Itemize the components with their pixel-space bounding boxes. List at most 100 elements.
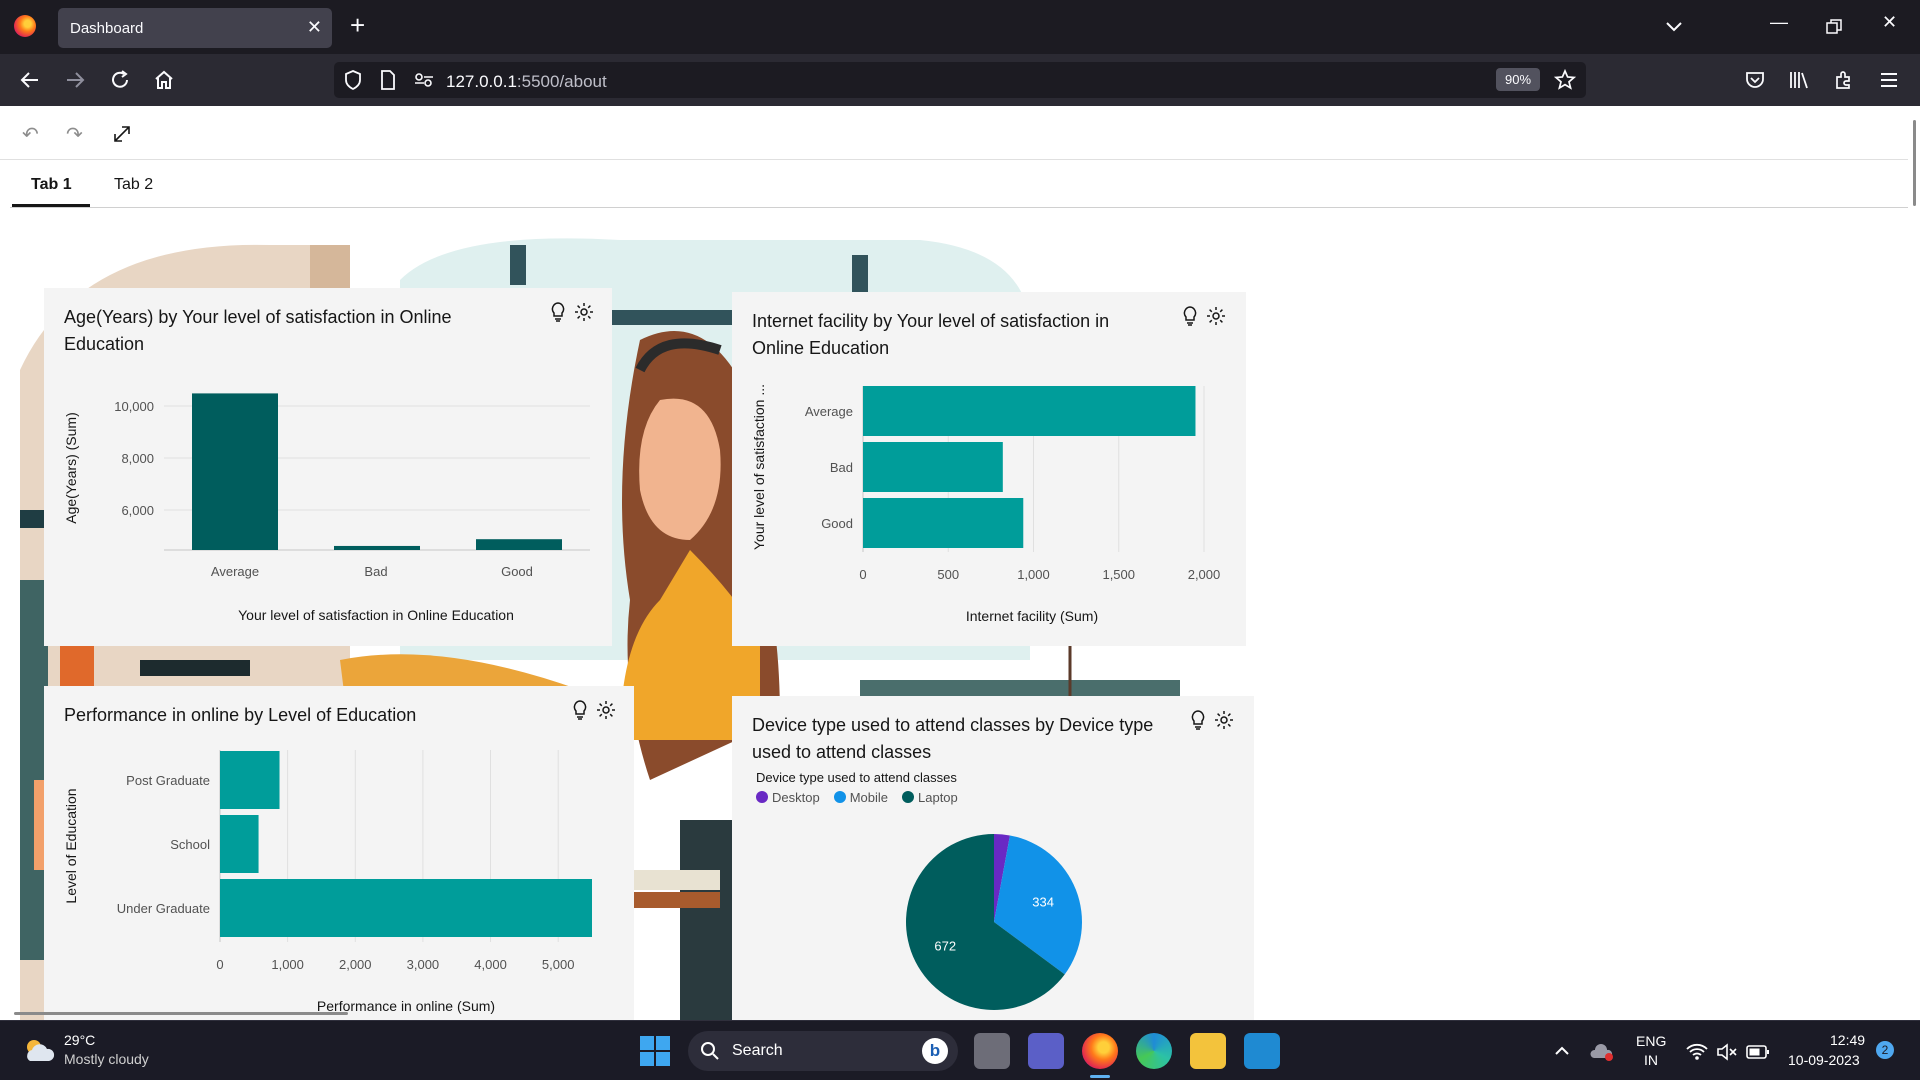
device-pie-svg: 334 672 bbox=[906, 834, 1082, 1010]
x-tick-label: 2,000 bbox=[339, 957, 372, 972]
new-tab-button[interactable]: + bbox=[350, 12, 365, 38]
back-icon[interactable] bbox=[16, 66, 44, 94]
edge-icon[interactable] bbox=[1136, 1033, 1172, 1069]
battery-icon[interactable] bbox=[1746, 1044, 1770, 1060]
x-tick-label: 5,000 bbox=[542, 957, 575, 972]
volume-muted-icon[interactable] bbox=[1716, 1043, 1738, 1061]
y-axis-title: Age(Years) (Sum) bbox=[63, 412, 79, 524]
page-icon bbox=[381, 70, 395, 90]
undo-icon[interactable]: ↶ bbox=[22, 122, 39, 147]
performance-chart-card: Performance in online by Level of Educat… bbox=[44, 686, 634, 1020]
forward-icon[interactable] bbox=[61, 66, 89, 94]
clock-time[interactable]: 12:49 bbox=[1830, 1032, 1865, 1048]
language-region[interactable]: IN bbox=[1644, 1052, 1658, 1068]
restore-icon[interactable] bbox=[1826, 19, 1842, 35]
x-tick-label: 500 bbox=[937, 567, 959, 582]
horizontal-scrollbar[interactable] bbox=[14, 1012, 348, 1015]
x-tick-label: 4,000 bbox=[474, 957, 507, 972]
tab-title: Dashboard bbox=[70, 20, 144, 37]
slice-label-laptop: 672 bbox=[934, 939, 956, 954]
menu-icon[interactable] bbox=[1878, 69, 1900, 91]
dashboard-toolbar: ↶ ↷ bbox=[0, 106, 1908, 160]
browser-tab-strip: Dashboard ✕ + — ✕ bbox=[0, 0, 1920, 54]
bar-post-graduate[interactable] bbox=[220, 751, 280, 809]
bar-school[interactable] bbox=[220, 815, 259, 873]
weather-temp[interactable]: 29°C bbox=[64, 1032, 95, 1048]
notification-badge[interactable]: 2 bbox=[1876, 1041, 1894, 1059]
bar-good[interactable] bbox=[476, 539, 562, 550]
tracking-shield-icon[interactable] bbox=[344, 70, 362, 90]
task-view-icon[interactable] bbox=[974, 1033, 1010, 1069]
bar-bad[interactable] bbox=[334, 545, 420, 550]
firefox-taskbar-icon[interactable] bbox=[1082, 1033, 1118, 1069]
url-text[interactable]: 127.0.0.1:5500/about bbox=[446, 72, 607, 92]
zoom-level-badge[interactable]: 90% bbox=[1496, 68, 1541, 91]
close-tab-icon[interactable]: ✕ bbox=[307, 17, 322, 38]
weather-cloud-icon[interactable] bbox=[22, 1037, 56, 1065]
bar-bad[interactable] bbox=[863, 442, 1003, 492]
close-window-icon[interactable]: ✕ bbox=[1882, 12, 1897, 33]
list-all-tabs-icon[interactable] bbox=[1664, 17, 1684, 37]
pie-slice-group bbox=[906, 834, 1082, 1010]
bar-group bbox=[863, 386, 1196, 548]
internet-facility-chart-card: Internet facility by Your level of satis… bbox=[732, 292, 1246, 646]
vertical-scrollbar[interactable] bbox=[1913, 120, 1916, 206]
reload-icon[interactable] bbox=[106, 66, 134, 94]
x-tick-label: Average bbox=[211, 564, 259, 579]
bar-good[interactable] bbox=[863, 498, 1024, 548]
file-explorer-icon[interactable] bbox=[1190, 1033, 1226, 1069]
browser-navigation-bar: 127.0.0.1:5500/about 90% bbox=[0, 54, 1920, 106]
bar-group bbox=[192, 393, 562, 550]
search-label: Search bbox=[732, 1042, 783, 1059]
minimize-icon[interactable]: — bbox=[1770, 12, 1788, 33]
bar-average[interactable] bbox=[192, 393, 278, 550]
show-hidden-icons-chevron-icon[interactable] bbox=[1554, 1043, 1570, 1059]
fullscreen-icon[interactable] bbox=[112, 124, 132, 144]
weather-desc[interactable]: Mostly cloudy bbox=[64, 1051, 149, 1067]
x-tick-label: 2,000 bbox=[1188, 567, 1221, 582]
onedrive-sync-icon[interactable] bbox=[1590, 1043, 1614, 1061]
address-bar[interactable]: 127.0.0.1:5500/about 90% bbox=[334, 62, 1586, 98]
x-tick-label: 0 bbox=[859, 567, 866, 582]
x-tick-label: 1,000 bbox=[1017, 567, 1050, 582]
y-tick-label: 10,000 bbox=[114, 399, 154, 414]
url-path: :5500/about bbox=[516, 72, 607, 91]
taskbar-search[interactable]: Search b bbox=[688, 1031, 958, 1071]
bar-average[interactable] bbox=[863, 386, 1196, 436]
active-app-indicator bbox=[1090, 1075, 1110, 1078]
bookmark-star-icon[interactable] bbox=[1554, 69, 1576, 91]
teams-chat-icon[interactable] bbox=[1028, 1033, 1064, 1069]
url-host: 127.0.0.1 bbox=[446, 72, 517, 91]
extensions-icon[interactable] bbox=[1833, 69, 1855, 91]
language-code[interactable]: ENG bbox=[1636, 1033, 1666, 1049]
y-tick-label: School bbox=[170, 837, 210, 852]
library-icon[interactable] bbox=[1788, 69, 1810, 91]
bar-group bbox=[220, 751, 592, 937]
y-tick-label: Under Graduate bbox=[117, 901, 210, 916]
permissions-icon[interactable] bbox=[414, 72, 434, 88]
tab-1[interactable]: Tab 1 bbox=[31, 176, 72, 194]
y-tick-label: Good bbox=[821, 516, 853, 531]
bing-icon[interactable]: b bbox=[922, 1038, 948, 1064]
active-tab-indicator bbox=[12, 204, 90, 207]
clock-date[interactable]: 10-09-2023 bbox=[1788, 1052, 1860, 1068]
y-tick-label: Average bbox=[805, 404, 853, 419]
device-type-chart-card: Device type used to attend classes by De… bbox=[732, 696, 1254, 1020]
x-axis-title: Your level of satisfaction in Online Edu… bbox=[238, 607, 514, 623]
redo-icon[interactable]: ↷ bbox=[66, 122, 83, 147]
bar-under-graduate[interactable] bbox=[220, 879, 592, 937]
windows-taskbar: 29°C Mostly cloudy Search b ENG IN 12:49… bbox=[0, 1020, 1920, 1080]
vscode-icon[interactable] bbox=[1244, 1033, 1280, 1069]
slice-label-mobile: 334 bbox=[1032, 895, 1054, 910]
tab-2[interactable]: Tab 2 bbox=[114, 176, 153, 194]
windows-start-icon[interactable] bbox=[640, 1036, 670, 1066]
browser-tab[interactable]: Dashboard ✕ bbox=[58, 8, 332, 48]
pocket-icon[interactable] bbox=[1744, 69, 1766, 91]
home-icon[interactable] bbox=[150, 66, 178, 94]
y-tick-label: Bad bbox=[830, 460, 853, 475]
search-icon bbox=[701, 1042, 719, 1060]
wifi-icon[interactable] bbox=[1686, 1043, 1708, 1061]
y-tick-label: 6,000 bbox=[121, 503, 154, 518]
firefox-icon[interactable] bbox=[14, 15, 36, 37]
performance-chart-svg: Post Graduate School Under Graduate 0 1,… bbox=[63, 750, 592, 1014]
